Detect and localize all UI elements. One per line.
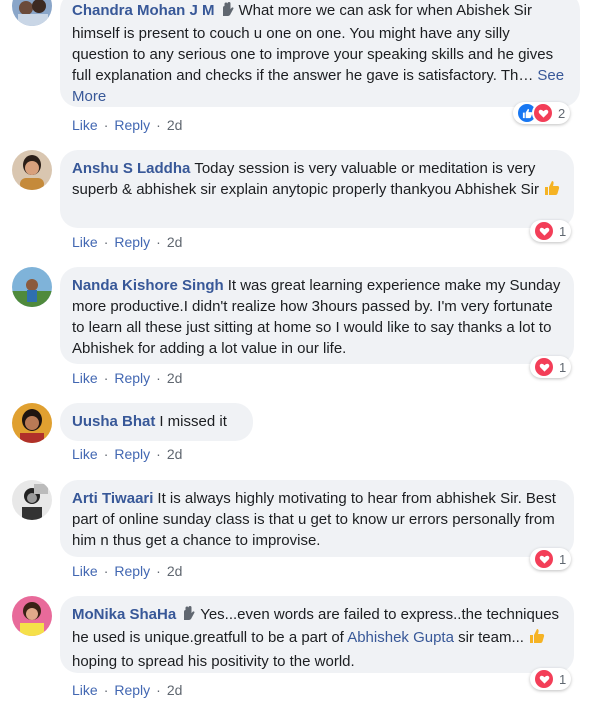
comment-author[interactable]: Arti Tiwaari [72, 490, 153, 507]
comment-bubble: MoNika ShaHa Yes...even words are failed … [60, 596, 574, 673]
love-reaction-icon [532, 102, 554, 124]
comment-actions: Like · Reply · 2d [72, 446, 182, 462]
thumbs-up-emoji-icon [543, 179, 561, 203]
reaction-count: 1 [559, 359, 567, 375]
separator: · [156, 370, 161, 386]
reply-button[interactable]: Reply [114, 117, 150, 133]
reply-button[interactable]: Reply [114, 563, 150, 579]
avatar[interactable] [12, 150, 52, 190]
comment-actions: Like · Reply · 2d [72, 682, 182, 698]
reaction-count: 2 [558, 105, 566, 121]
love-reaction-icon [533, 668, 555, 690]
separator: · [156, 446, 161, 462]
comment-text: hoping to spread his positivity to the w… [72, 653, 355, 670]
love-reaction-icon [533, 356, 555, 378]
reaction-count: 1 [559, 551, 567, 567]
reply-button[interactable]: Reply [114, 446, 150, 462]
comment-author[interactable]: MoNika ShaHa [72, 606, 176, 623]
like-button[interactable]: Like [72, 563, 98, 579]
avatar[interactable] [12, 480, 52, 520]
comment-author[interactable]: Nanda Kishore Singh [72, 277, 224, 294]
mention-link[interactable]: Abhishek Gupta [347, 629, 454, 646]
comment-bubble: Uusha Bhat I missed it [60, 403, 253, 441]
like-button[interactable]: Like [72, 117, 98, 133]
separator: · [103, 446, 109, 462]
comment-bubble: Nanda Kishore Singh It was great learning… [60, 267, 574, 364]
like-button[interactable]: Like [72, 234, 98, 250]
love-reaction-icon [533, 220, 555, 242]
reply-button[interactable]: Reply [114, 682, 150, 698]
comment-actions: Like · Reply · 2d [72, 370, 182, 386]
reaction-summary[interactable]: 2 [513, 102, 571, 124]
reaction-count: 1 [559, 223, 567, 239]
reaction-count: 1 [559, 671, 567, 687]
like-button[interactable]: Like [72, 446, 98, 462]
separator: · [103, 563, 109, 579]
avatar[interactable] [12, 267, 52, 307]
separator: · [156, 234, 161, 250]
like-button[interactable]: Like [72, 682, 98, 698]
comment-author[interactable]: Anshu S Laddha [72, 160, 190, 177]
reaction-summary[interactable]: 1 [530, 548, 572, 570]
timestamp[interactable]: 2d [167, 370, 183, 386]
timestamp[interactable]: 2d [167, 117, 183, 133]
love-reaction-icon [533, 548, 555, 570]
reply-button[interactable]: Reply [114, 234, 150, 250]
avatar[interactable] [12, 403, 52, 443]
comment-actions: Like · Reply · 2d [72, 117, 182, 133]
timestamp[interactable]: 2d [167, 446, 183, 462]
separator: · [103, 370, 109, 386]
reaction-summary[interactable]: 1 [530, 668, 572, 690]
avatar[interactable] [12, 596, 52, 636]
reaction-summary[interactable]: 1 [530, 356, 572, 378]
separator: · [156, 682, 161, 698]
reaction-summary[interactable]: 1 [530, 220, 572, 242]
timestamp[interactable]: 2d [167, 563, 183, 579]
like-button[interactable]: Like [72, 370, 98, 386]
top-fan-badge-icon [180, 605, 196, 627]
timestamp[interactable]: 2d [167, 682, 183, 698]
comment-author[interactable]: Uusha Bhat [72, 413, 155, 430]
avatar[interactable] [12, 0, 52, 26]
comment-bubble: Chandra Mohan J M What more we can ask fo… [60, 0, 580, 107]
thumbs-up-emoji-icon [528, 627, 546, 651]
top-fan-badge-icon [219, 1, 235, 23]
comment-bubble: Arti Tiwaari It is always highly motivati… [60, 480, 574, 557]
comment-text: I missed it [159, 413, 227, 430]
comment-actions: Like · Reply · 2d [72, 563, 182, 579]
reply-button[interactable]: Reply [114, 370, 150, 386]
separator: · [156, 117, 161, 133]
comment-author[interactable]: Chandra Mohan J M [72, 2, 215, 19]
separator: · [103, 117, 109, 133]
separator: · [156, 563, 161, 579]
timestamp[interactable]: 2d [167, 234, 183, 250]
comment-text: sir team... [458, 629, 524, 646]
separator: · [103, 234, 109, 250]
comment-actions: Like · Reply · 2d [72, 234, 182, 250]
comment-bubble: Anshu S Laddha Today session is very valu… [60, 150, 574, 228]
separator: · [103, 682, 109, 698]
